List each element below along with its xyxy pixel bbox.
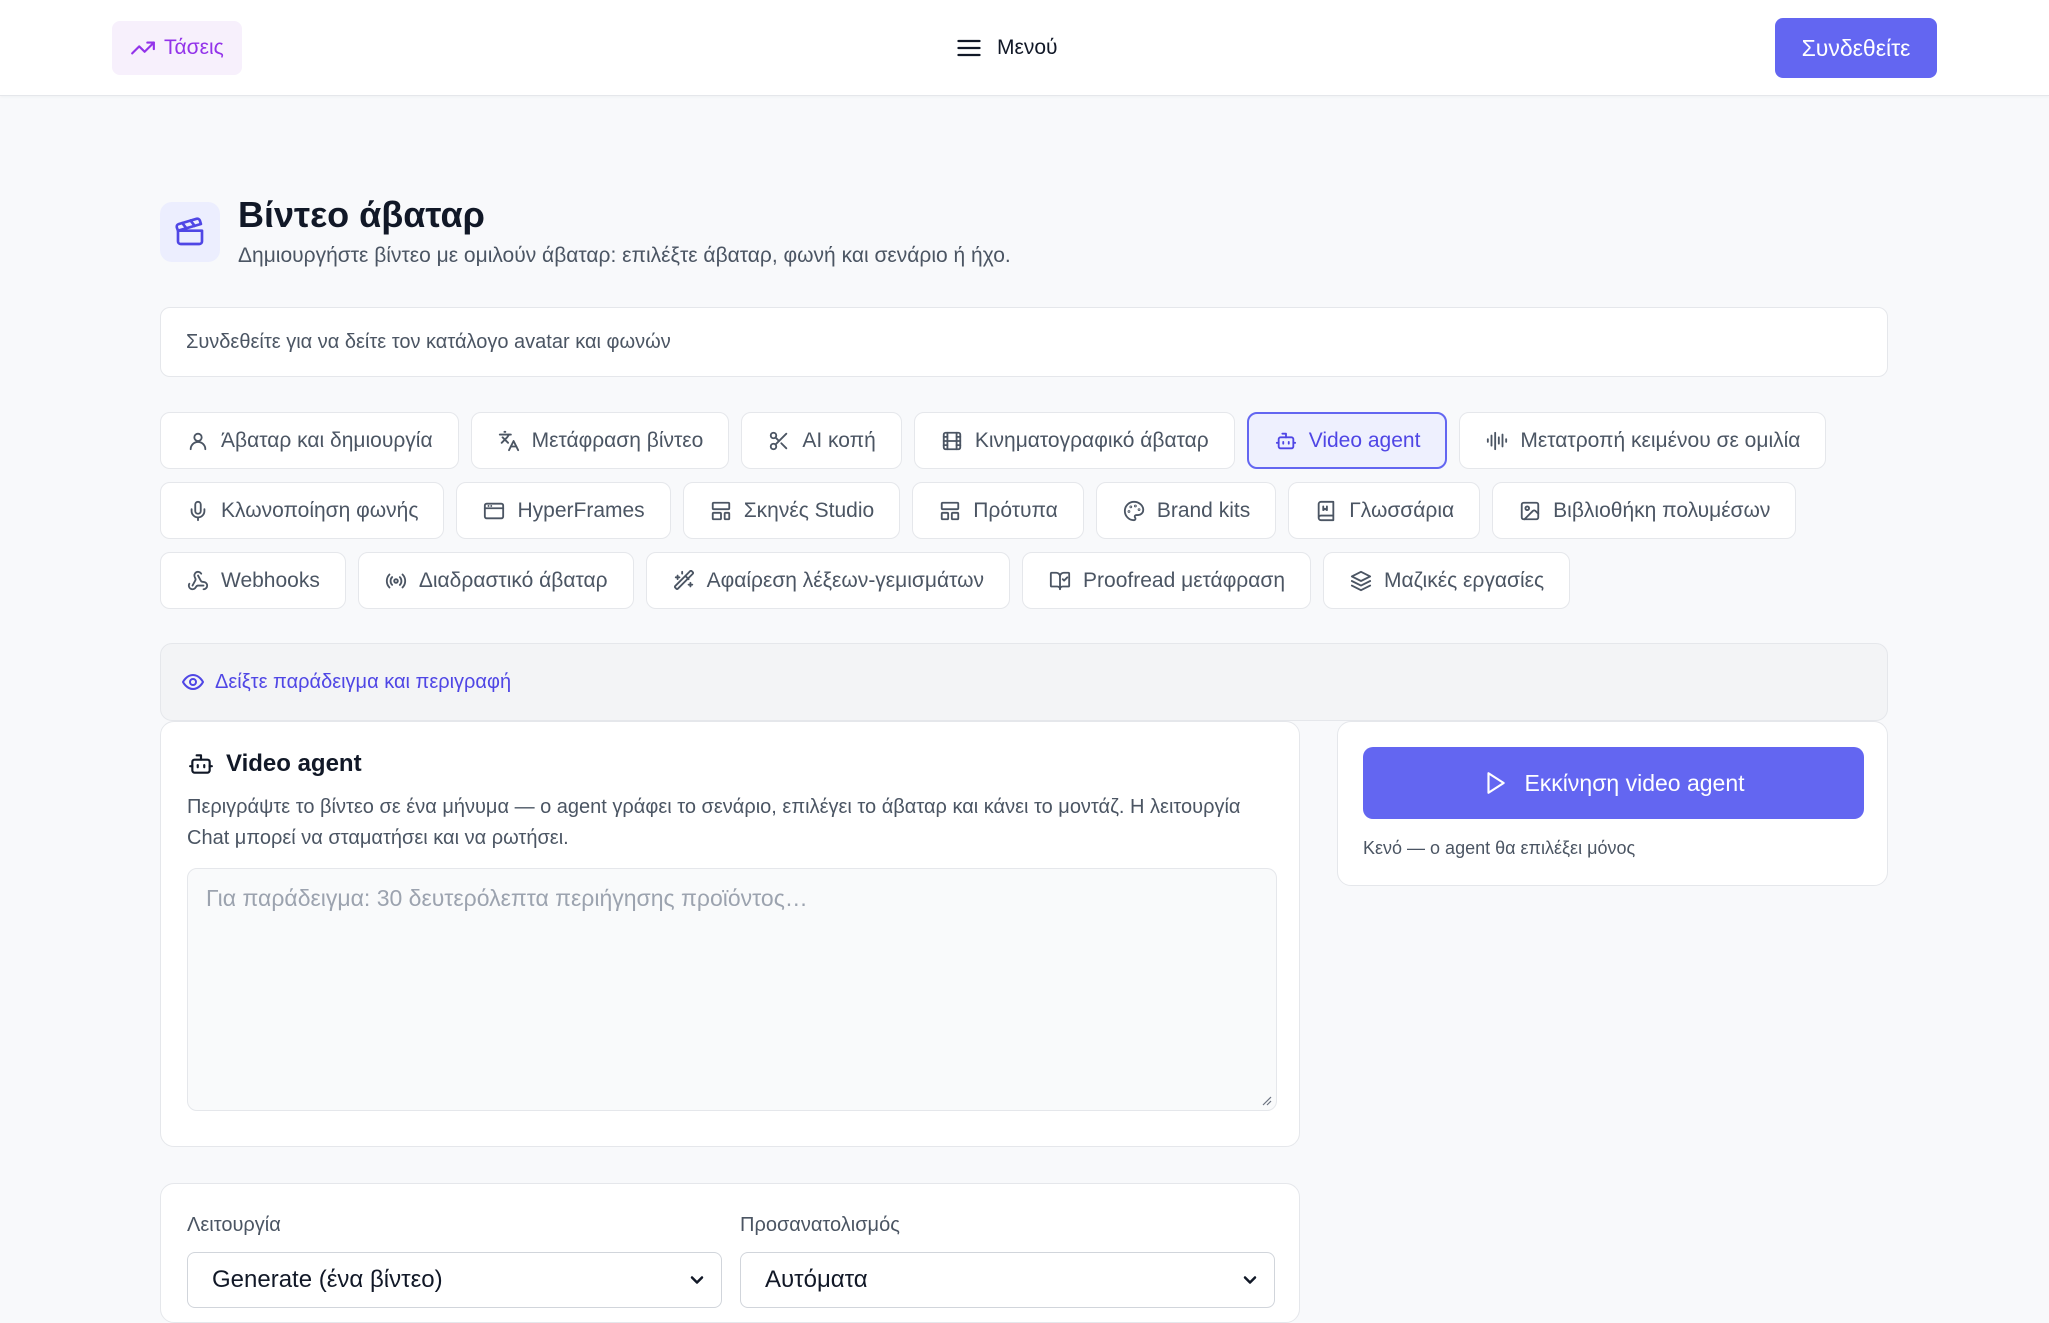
mic-icon bbox=[187, 500, 209, 522]
tab-ai-cut[interactable]: AI κοπή bbox=[741, 412, 902, 469]
orientation-label: Προσανατολισμός bbox=[740, 1214, 900, 1236]
layout-icon bbox=[710, 500, 732, 522]
prompt-placeholder: Για παράδειγμα: 30 δευτερόλεπτα περιήγησ… bbox=[206, 885, 808, 911]
wand-icon bbox=[673, 569, 695, 592]
tab-video-agent[interactable]: Video agent bbox=[1246, 412, 1448, 469]
tab-brand-kits[interactable]: Brand kits bbox=[1095, 482, 1277, 539]
hamburger-icon bbox=[955, 34, 983, 62]
run-hint: Κενό — ο agent θα επιλέξει μόνος bbox=[1363, 838, 1636, 858]
tab-label: Σκηνές Studio bbox=[743, 498, 875, 522]
mode-label: Λειτουργία bbox=[187, 1214, 281, 1236]
tab-label: Κλωνοποίηση φωνής bbox=[221, 498, 419, 522]
tab-label: Brand kits bbox=[1156, 498, 1251, 522]
example-toggle[interactable]: Δείξτε παράδειγμα και περιγραφή bbox=[160, 643, 1888, 721]
menu-label: Μενού bbox=[997, 36, 1058, 59]
tab-label: Proofread μετάφραση bbox=[1083, 568, 1286, 592]
browser-icon bbox=[483, 500, 505, 522]
film-icon bbox=[941, 430, 963, 452]
tab-templates[interactable]: Πρότυπα bbox=[912, 482, 1084, 539]
tab-voice-clone[interactable]: Κλωνοποίηση φωνής bbox=[160, 482, 445, 539]
tab-label: Μαζικές εργασίες bbox=[1384, 568, 1545, 592]
tab-bulk-jobs[interactable]: Μαζικές εργασίες bbox=[1323, 552, 1571, 609]
tab-label: Βιβλιοθήκη πολυμέσων bbox=[1553, 498, 1771, 522]
tab-studio-scenes[interactable]: Σκηνές Studio bbox=[682, 482, 901, 539]
tab-label: Διαδραστικό άβαταρ bbox=[418, 568, 608, 592]
book-icon bbox=[1315, 500, 1337, 522]
start-video-agent-label: Εκκίνηση video agent bbox=[1524, 769, 1745, 796]
page-subtitle: Δημιουργήστε βίντεο με ομιλούν άβαταρ: ε… bbox=[238, 244, 1011, 267]
tab-filler-removal[interactable]: Αφαίρεση λέξεων-γεμισμάτων bbox=[645, 552, 1011, 609]
tab-label: Μετατροπή κειμένου σε ομιλία bbox=[1520, 428, 1801, 452]
tab-label: Άβαταρ και δημιουργία bbox=[221, 428, 433, 452]
start-video-agent-button[interactable]: Εκκίνηση video agent bbox=[1363, 747, 1864, 819]
play-icon bbox=[1482, 770, 1508, 796]
settings-card: Λειτουργία Generate (ένα βίντεο) Προσανα… bbox=[160, 1183, 1300, 1323]
tab-label: AI κοπή bbox=[802, 428, 876, 452]
eye-icon bbox=[181, 670, 205, 694]
bot-icon bbox=[188, 751, 214, 777]
scissors-icon bbox=[768, 430, 790, 452]
tab-glossaries[interactable]: Γλωσσάρια bbox=[1288, 482, 1481, 539]
tab-label: Webhooks bbox=[221, 568, 320, 592]
page-title: Βίντεο άβαταρ bbox=[238, 194, 485, 235]
agent-prompt-textarea[interactable]: Για παράδειγμα: 30 δευτερόλεπτα περιήγησ… bbox=[187, 868, 1277, 1111]
user-icon bbox=[187, 430, 209, 452]
tab-media-library[interactable]: Βιβλιοθήκη πολυμέσων bbox=[1492, 482, 1797, 539]
tab-hyperframes[interactable]: HyperFrames bbox=[456, 482, 671, 539]
agent-description: Περιγράψτε το βίντεο σε ένα μήνυμα — ο a… bbox=[187, 796, 1241, 849]
book-check-icon bbox=[1049, 570, 1071, 592]
tab-label: Κινηματογραφικό άβαταρ bbox=[974, 428, 1209, 452]
tab-cinematic-avatar[interactable]: Κινηματογραφικό άβαταρ bbox=[913, 412, 1235, 469]
menu-button[interactable]: Μενού bbox=[955, 28, 1058, 68]
tab-interactive-avatar[interactable]: Διαδραστικό άβαταρ bbox=[357, 552, 634, 609]
tab-label: Αφαίρεση λέξεων-γεμισμάτων bbox=[706, 568, 985, 592]
palette-icon bbox=[1123, 500, 1145, 522]
tab-label: Video agent bbox=[1308, 428, 1421, 452]
run-card: Εκκίνηση video agent Κενό — ο agent θα ε… bbox=[1337, 721, 1888, 886]
trends-button[interactable]: Τάσεις bbox=[112, 21, 242, 75]
translate-icon bbox=[498, 430, 520, 452]
webhook-icon bbox=[187, 570, 209, 592]
tab-label: HyperFrames bbox=[517, 498, 645, 522]
bot-icon bbox=[1275, 430, 1297, 452]
login-notice: Συνδεθείτε για να δείτε τον κατάλογο ava… bbox=[160, 307, 1888, 377]
login-button[interactable]: Συνδεθείτε bbox=[1775, 18, 1937, 78]
clapperboard-icon bbox=[160, 202, 220, 262]
tab-text-to-speech[interactable]: Μετατροπή κειμένου σε ομιλία bbox=[1459, 412, 1827, 469]
trending-up-icon bbox=[130, 35, 156, 61]
trends-label: Τάσεις bbox=[164, 36, 224, 59]
agent-card-header: Video agent bbox=[188, 750, 362, 778]
tab-video-translate[interactable]: Μετάφραση βίντεο bbox=[470, 412, 730, 469]
tab-proofread-translation[interactable]: Proofread μετάφραση bbox=[1022, 552, 1312, 609]
tool-tabs: Άβαταρ και δημιουργία Μετάφραση βίντεο A… bbox=[160, 412, 1900, 609]
image-icon bbox=[1519, 500, 1541, 522]
tab-avatar-create[interactable]: Άβαταρ και δημιουργία bbox=[160, 412, 459, 469]
agent-card-title: Video agent bbox=[226, 750, 362, 777]
orientation-select[interactable]: Αυτόματα bbox=[740, 1252, 1275, 1308]
resize-grip-icon[interactable] bbox=[1260, 1094, 1272, 1106]
layers-icon bbox=[1350, 570, 1372, 592]
tab-label: Πρότυπα bbox=[973, 498, 1058, 522]
template-icon bbox=[939, 500, 961, 522]
example-toggle-label: Δείξτε παράδειγμα και περιγραφή bbox=[215, 670, 512, 693]
chevron-down-icon bbox=[1240, 1270, 1260, 1290]
tab-webhooks[interactable]: Webhooks bbox=[160, 552, 346, 609]
mode-select[interactable]: Generate (ένα βίντεο) bbox=[187, 1252, 722, 1308]
top-navbar: Τάσεις Μενού Συνδεθείτε bbox=[0, 0, 2049, 96]
audio-lines-icon bbox=[1486, 430, 1508, 452]
chevron-down-icon bbox=[687, 1270, 707, 1290]
radio-icon bbox=[385, 570, 407, 592]
tab-label: Γλωσσάρια bbox=[1349, 498, 1455, 522]
video-agent-card: Video agent Περιγράψτε το βίντεο σε ένα … bbox=[160, 721, 1300, 1147]
tab-label: Μετάφραση βίντεο bbox=[531, 428, 704, 452]
